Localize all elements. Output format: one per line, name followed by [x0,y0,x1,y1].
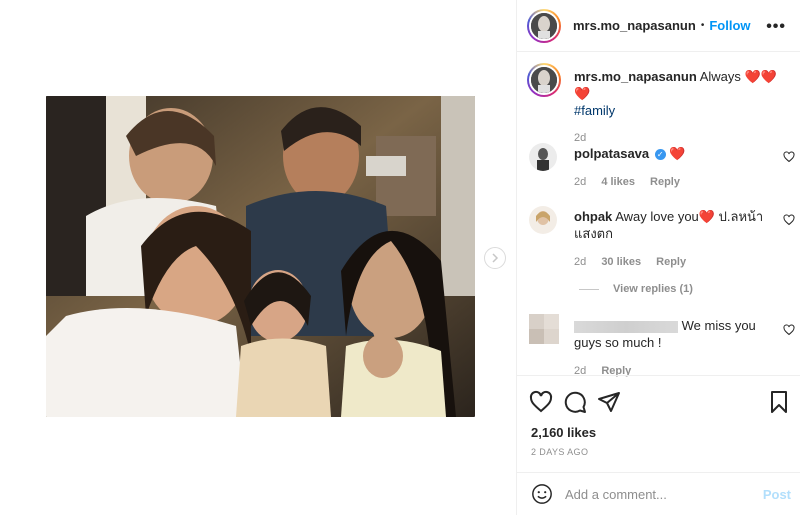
author-avatar[interactable] [527,8,561,43]
caption-text: Always [699,69,741,84]
emoji-smiley-icon[interactable] [531,483,553,505]
save-bookmark-icon[interactable] [767,390,791,414]
comment-body: We miss you guys so much ! 2d Reply [574,317,774,380]
caption-text-block: mrs.mo_napasanun Always ❤️❤️❤️ #family 2… [574,68,784,147]
post-photo[interactable] [46,96,475,417]
replies-divider-line [579,288,599,290]
post-details-panel: mrs.mo_napasanun • Follow ••• mrs.mo_nap… [516,0,800,515]
separator-dot: • [700,20,705,31]
post-media-area [0,0,516,515]
post-comment-button[interactable]: Post [763,487,791,502]
profile-picture-icon [531,12,557,39]
comment-time[interactable]: 2d [574,256,586,268]
profile-picture-icon [529,143,557,171]
likes-count[interactable]: 2,160 likes [531,425,596,440]
post-header: mrs.mo_napasanun • Follow ••• [517,0,800,52]
comment-username[interactable]: polpatasava [574,146,649,161]
comment-text: Away love you [615,209,699,224]
reply-button[interactable]: Reply [650,176,680,188]
reply-button[interactable]: Reply [656,256,686,268]
avatar-image [529,10,559,41]
commenter-avatar[interactable] [529,206,557,234]
profile-picture-icon [529,206,557,234]
comment-likes[interactable]: 30 likes [601,256,641,268]
comment-username[interactable]: ohpak [574,209,612,224]
profile-picture-icon [531,67,557,93]
comment-meta: 2d 30 likes Reply [574,254,774,271]
view-replies-label: View replies (1) [613,283,693,295]
action-bar [517,375,800,425]
like-heart-icon[interactable] [529,390,553,414]
blurred-username[interactable] [574,320,678,333]
heart-outline-icon[interactable] [783,214,795,226]
chevron-right-icon [492,253,499,263]
comment-input[interactable] [565,486,755,502]
view-replies-button[interactable]: View replies (1) [579,283,693,295]
comment-text: ❤️ [669,146,686,161]
share-send-icon[interactable] [597,390,621,414]
comment-meta: 2d 4 likes Reply [574,174,774,191]
comment-bubble-icon[interactable] [563,390,587,414]
heart-outline-icon[interactable] [783,151,795,163]
author-username[interactable]: mrs.mo_napasanun [573,18,696,33]
heart-outline-icon[interactable] [783,324,795,336]
follow-button[interactable]: Follow [709,18,750,33]
add-comment-bar: Post [517,472,800,515]
more-options-icon[interactable]: ••• [766,18,786,36]
comment-heart: ❤️ [698,209,715,224]
hashtag-link[interactable]: #family [574,102,784,119]
caption-username[interactable]: mrs.mo_napasanun [574,69,697,84]
caption-author-avatar[interactable] [527,63,561,97]
family-photo-image [46,96,475,417]
comment-body: ohpak Away love you❤️ ป.ลหน้าแสงตก 2d 30… [574,208,774,271]
carousel-next-button[interactable] [484,247,506,269]
blurred-avatar-icon [529,314,559,344]
post-date[interactable]: 2 DAYS AGO [531,447,588,457]
verified-badge-icon: ✓ [654,149,666,161]
comment-likes[interactable]: 4 likes [601,176,635,188]
comment-time[interactable]: 2d [574,176,586,188]
comment-body: polpatasava ✓ ❤️ 2d 4 likes Reply [574,145,774,191]
avatar-image [529,65,559,95]
commenter-avatar[interactable] [529,143,557,171]
commenter-avatar[interactable] [529,314,559,344]
